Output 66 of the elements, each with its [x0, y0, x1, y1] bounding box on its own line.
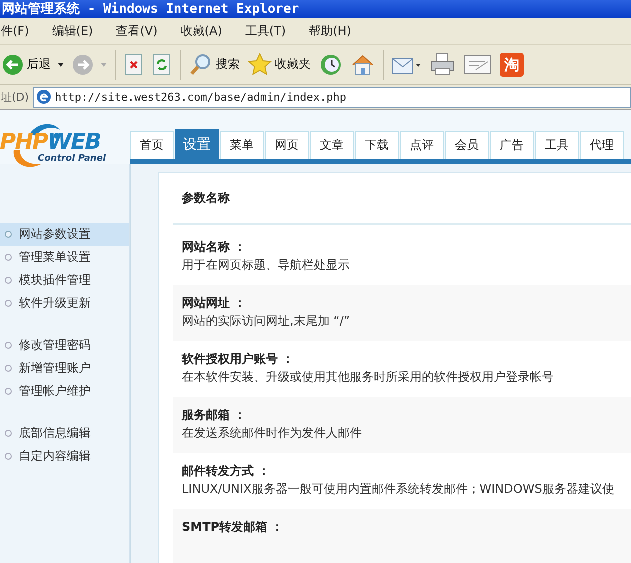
logo-subtitle: Control Panel — [38, 154, 108, 164]
caret-icon — [101, 62, 107, 66]
circle-bullet-icon — [5, 231, 12, 238]
address-field[interactable]: http://site.west263.com/base/admin/index.php — [33, 86, 631, 108]
back-button[interactable]: 后退 — [0, 50, 66, 80]
setting-name: 邮件转发方式 ： — [182, 463, 272, 480]
setting-name: 软件授权用户账号 ： — [182, 351, 296, 368]
nav-tab[interactable]: 广告 — [490, 131, 534, 159]
menu-item[interactable]: 收藏(A) — [180, 22, 222, 40]
setting-description: 网站的实际访问网址,末尾加 “/” — [182, 313, 352, 330]
refresh-icon — [152, 54, 172, 76]
sidebar-item[interactable]: 管理帐户维护 — [0, 380, 129, 403]
circle-bullet-icon — [5, 365, 12, 372]
setting-name: 网站名称 ： — [182, 239, 248, 256]
sidebar-item[interactable]: 新增管理账户 — [0, 357, 129, 380]
setting-name: 服务邮箱 ： — [182, 407, 248, 424]
menu-item[interactable]: 件(F) — [1, 22, 30, 40]
menu-item[interactable]: 工具(T) — [245, 22, 286, 40]
circle-bullet-icon — [5, 254, 12, 261]
search-icon — [189, 52, 213, 76]
search-button[interactable]: 搜索 — [187, 50, 242, 80]
nav-tab[interactable]: 下载 — [355, 131, 399, 159]
sidebar-item[interactable]: 网站参数设置 — [0, 223, 129, 246]
nav-tab[interactable]: 点评 — [400, 131, 444, 159]
window-title: 网站管理系统 - Windows Internet Explorer — [2, 0, 300, 18]
sidebar-item[interactable]: 自定内容编辑 — [0, 445, 129, 468]
star-icon — [248, 52, 272, 76]
favorites-button[interactable]: 收藏夹 — [246, 50, 313, 80]
house-icon — [351, 52, 375, 76]
sidebar-item[interactable]: 管理菜单设置 — [0, 246, 129, 269]
column-header: 参数名称 — [182, 190, 230, 206]
setting-description: 在发送系统邮件时作为发件人邮件 — [182, 425, 363, 442]
setting-name: 网站网址 ： — [182, 295, 248, 312]
circle-bullet-icon — [5, 453, 12, 460]
page-e-icon — [36, 89, 52, 105]
printer-icon — [430, 52, 456, 76]
sidebar-item[interactable]: 修改管理密码 — [0, 334, 129, 357]
setting-name: SMTP转发邮箱 ： — [182, 519, 285, 536]
clock-icon — [319, 52, 343, 76]
menu-item[interactable]: 帮助(H) — [309, 22, 352, 40]
circle-bullet-icon — [5, 388, 12, 395]
sidebar-item[interactable]: 软件升级更新 — [0, 292, 129, 315]
circle-bullet-icon — [5, 300, 12, 307]
stop-icon — [124, 54, 144, 76]
sidebar-item[interactable]: 底部信息编辑 — [0, 422, 129, 445]
nav-tab[interactable]: 菜单 — [220, 131, 264, 159]
nav-tab[interactable]: 首页 — [130, 131, 174, 159]
caret-icon — [58, 62, 64, 66]
document-edit-icon — [464, 54, 492, 76]
nav-tab[interactable]: 文章 — [310, 131, 354, 159]
nav-tab[interactable]: 设置 — [175, 129, 219, 159]
nav-tab[interactable]: 网页 — [265, 131, 309, 159]
sidebar-item[interactable]: 模块插件管理 — [0, 269, 129, 292]
setting-description: 用于在网页标题、导航栏处显示 — [182, 257, 351, 274]
circle-bullet-icon — [5, 342, 12, 349]
nav-tab[interactable]: 会员 — [445, 131, 489, 159]
setting-description: LINUX/UNIX服务器一般可使用内置邮件系统转发邮件；WINDOWS服务器建议使 — [182, 481, 616, 498]
address-label: 址(D) — [1, 90, 30, 104]
logo-wordmark: PHPWEB — [0, 132, 101, 154]
nav-tab[interactable]: 代理 — [580, 131, 624, 159]
circle-bullet-icon — [5, 277, 12, 284]
circle-bullet-icon — [5, 430, 12, 437]
menu-item[interactable]: 查看(V) — [116, 22, 158, 40]
setting-description: 在本软件安装、升级或使用其他服务时所采用的软件授权用户登录帐号 — [182, 369, 555, 386]
menu-item[interactable]: 编辑(E) — [52, 22, 94, 40]
nav-tab[interactable]: 工具 — [535, 131, 579, 159]
